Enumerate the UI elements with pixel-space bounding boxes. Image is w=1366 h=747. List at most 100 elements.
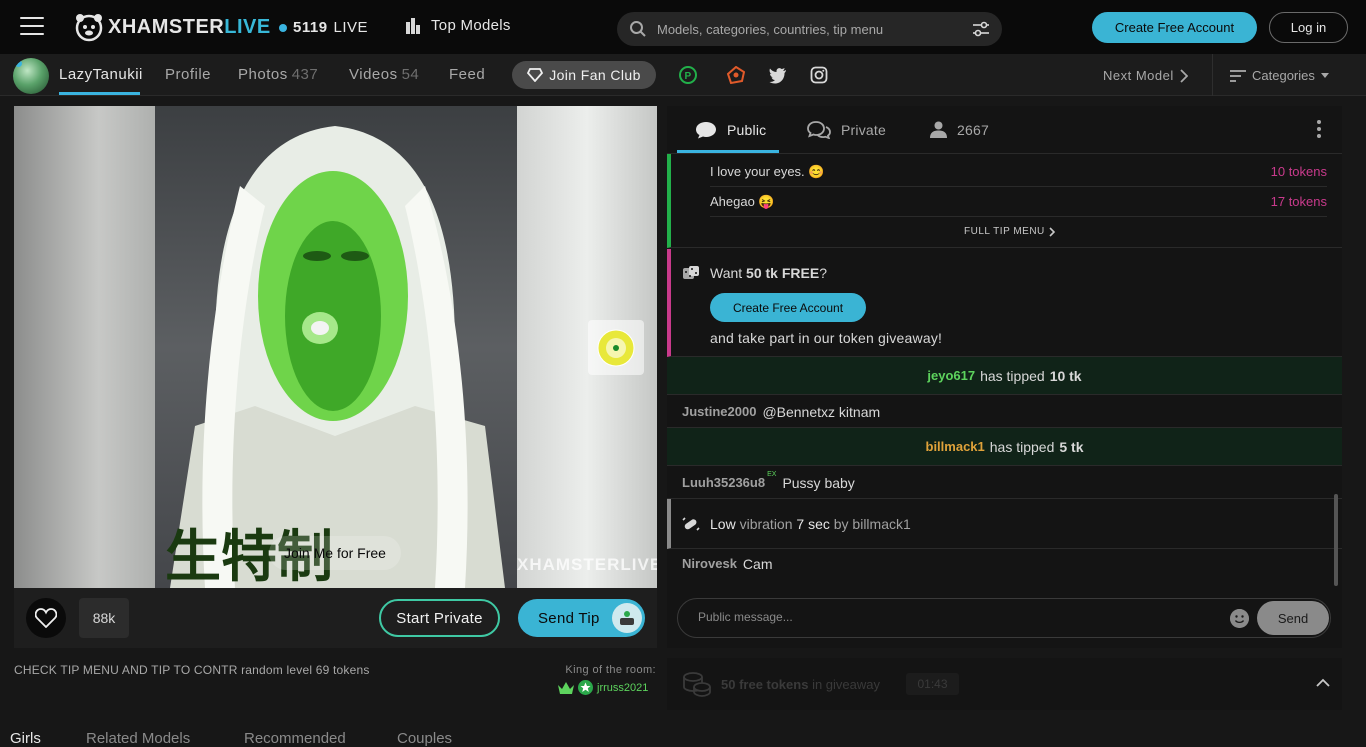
chat-tab-indicator [677, 150, 779, 153]
chat-username[interactable]: Justine2000 [682, 404, 756, 419]
giveaway-want: Want [710, 265, 743, 281]
tipper-username[interactable]: jeyo617 [927, 368, 975, 383]
user-icon [930, 121, 947, 138]
video-player[interactable]: 生特制 XHAMSTERLIVE Join Me for Free [14, 106, 657, 588]
likes-count: 88k [79, 598, 129, 638]
start-private-button[interactable]: Start Private [379, 599, 500, 637]
tab-related-models[interactable]: Related Models [86, 730, 190, 747]
categories-dropdown[interactable]: Categories [1230, 68, 1329, 83]
create-account-button[interactable]: Create Free Account [1092, 12, 1257, 43]
onlyfans-icon[interactable]: P [679, 66, 697, 84]
favorite-button[interactable] [26, 598, 66, 638]
search-input[interactable] [657, 21, 962, 37]
tipper-username[interactable]: billmack1 [926, 439, 985, 454]
room-subject: CHECK TIP MENU AND TIP TO CONTR random l… [14, 663, 370, 677]
send-message-button[interactable]: Send [1257, 601, 1329, 635]
divider [1212, 54, 1213, 96]
free-tokens-amount: 50 free tokens [721, 677, 809, 692]
full-tip-menu-label: FULL TIP MENU [964, 226, 1045, 237]
top-models-link[interactable]: Top Models [403, 16, 511, 34]
tab-private-label: Private [841, 122, 886, 138]
chat-text: Cam [742, 555, 773, 572]
tip-menu-item-label: Ahegao 😝 [710, 194, 775, 209]
twitter-icon[interactable] [769, 66, 787, 84]
online-status-icon [15, 60, 22, 67]
fansly-icon[interactable] [727, 66, 745, 84]
live-count-number: 5119 [293, 19, 328, 36]
dice-icon [683, 266, 699, 279]
tip-jar-icon [611, 603, 642, 633]
top-models-label: Top Models [431, 16, 511, 34]
live-label: LIVE [333, 19, 369, 36]
free-tokens-text: 50 free tokens in giveaway [721, 677, 880, 692]
tab-private[interactable]: Private [807, 121, 886, 139]
lovense-toy-icon[interactable] [588, 320, 644, 375]
join-me-overlay[interactable]: Join Me for Free [269, 536, 401, 570]
tab-videos-label: Videos [349, 66, 398, 83]
emoji-icon[interactable] [1230, 609, 1249, 628]
tab-videos[interactable]: Videos 54 [349, 66, 419, 83]
vibration-text: Low vibration 7 sec by billmack1 [710, 516, 911, 532]
tab-feed[interactable]: Feed [449, 66, 485, 83]
tip-menu-item[interactable]: I love your eyes. 😊 10 tokens [710, 164, 1327, 180]
tip-notification: billmack1 has tipped 5 tk [667, 428, 1342, 466]
hamster-logo-icon [75, 14, 103, 42]
video-blur-left [14, 106, 155, 588]
instagram-icon[interactable] [810, 66, 828, 84]
login-button[interactable]: Log in [1269, 12, 1348, 43]
chevron-right-icon [1049, 226, 1055, 237]
giveaway-q: ? [819, 265, 827, 281]
search-icon [630, 21, 646, 37]
model-username-tab[interactable]: LazyTanukii [59, 66, 143, 83]
chat-scrollbar[interactable] [1334, 494, 1338, 586]
tip-menu-item-price: 17 tokens [1270, 194, 1327, 209]
send-tip-button[interactable]: Send Tip [518, 599, 645, 637]
tab-photos-label: Photos [238, 66, 288, 83]
full-tip-menu-link[interactable]: FULL TIP MENU [964, 226, 1055, 237]
chat-message: Nirovesk Cam [667, 549, 1342, 578]
chat-tabs [667, 106, 1342, 154]
giveaway-create-account-button[interactable]: Create Free Account [710, 293, 866, 322]
model-avatar[interactable] [13, 58, 49, 94]
search-bar[interactable] [617, 12, 1002, 46]
menu-icon[interactable] [20, 17, 44, 37]
giveaway-after-text: and take part in our token giveaway! [710, 330, 943, 346]
king-of-room[interactable]: jrruss2021 [558, 680, 648, 695]
chevron-right-icon [1180, 68, 1188, 83]
filter-icon[interactable] [972, 21, 990, 37]
vibration-time: 7 sec [796, 516, 830, 532]
chevron-up-icon[interactable] [1316, 678, 1330, 687]
tab-profile[interactable]: Profile [165, 66, 211, 83]
chat-message: Luuh35236u8 EX Pussy baby [667, 467, 1342, 499]
tip-text: has tipped [989, 438, 1055, 455]
tab-recommended[interactable]: Recommended [244, 730, 346, 747]
chat-username[interactable]: Nirovesk [682, 556, 737, 571]
viewers-count: 2667 [957, 121, 989, 138]
star-badge-icon [578, 680, 593, 695]
tab-public[interactable]: Public [695, 121, 766, 139]
tab-public-label: Public [727, 122, 767, 138]
vibration-by: by billmack1 [833, 516, 911, 532]
divider [710, 186, 1327, 187]
tip-menu-item[interactable]: Ahegao 😝 17 tokens [710, 194, 1327, 210]
next-model-button[interactable]: Next Model [1103, 68, 1188, 83]
live-count[interactable]: 5119 LIVE [279, 19, 368, 36]
trophy-icon [406, 18, 420, 34]
next-model-label: Next Model [1103, 68, 1174, 83]
tab-photos[interactable]: Photos 437 [238, 66, 318, 83]
chat-message-input[interactable] [698, 610, 1218, 624]
more-options-icon[interactable] [1313, 120, 1325, 140]
tab-viewers[interactable]: 2667 [930, 121, 989, 138]
caret-down-icon [1320, 73, 1329, 78]
logo[interactable]: XHAMSTERLIVE [74, 12, 271, 42]
coins-icon [683, 672, 711, 697]
tab-couples[interactable]: Couples [397, 730, 452, 747]
fan-club-label: Join Fan Club [549, 67, 641, 83]
chat-message: Justine2000 @Bennetxz kitnam [667, 396, 1342, 428]
chat-username[interactable]: Luuh35236u8 [682, 475, 765, 490]
tab-girls[interactable]: Girls [10, 730, 41, 747]
join-fan-club-button[interactable]: Join Fan Club [512, 61, 656, 89]
tip-text: has tipped [980, 367, 1045, 384]
king-label: King of the room: [565, 664, 656, 676]
diamond-icon [527, 68, 544, 82]
